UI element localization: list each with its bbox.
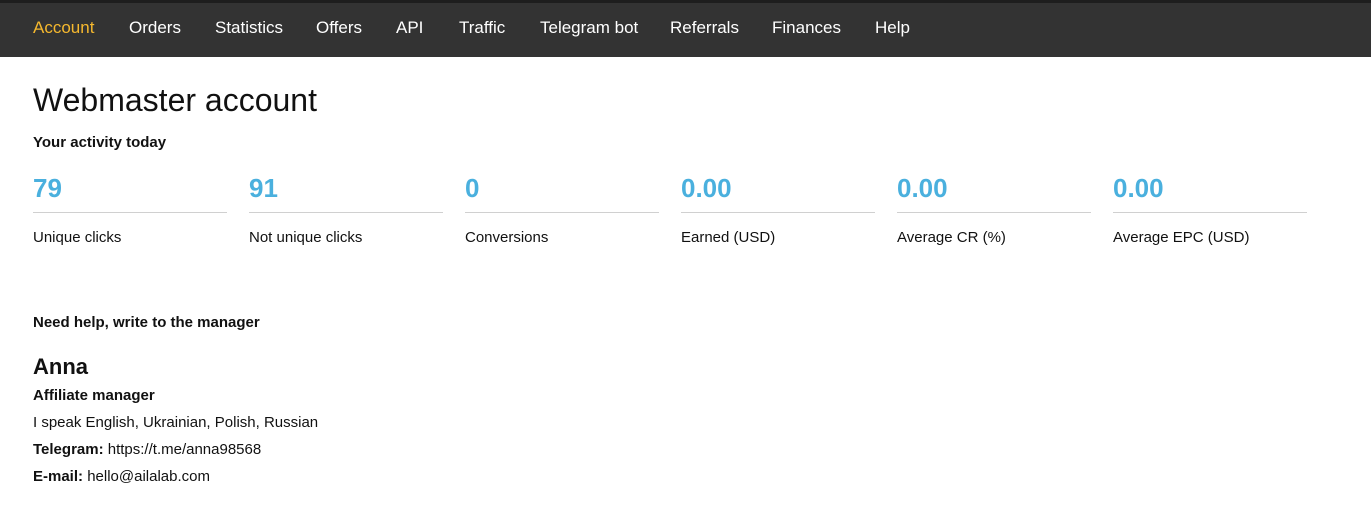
stat-conversions: 0 Conversions <box>465 172 659 246</box>
manager-heading: Need help, write to the manager <box>33 314 260 331</box>
stat-label: Conversions <box>465 229 549 246</box>
stat-average-cr: 0.00 Average CR (%) <box>897 172 1091 246</box>
stat-value: 0.00 <box>681 173 732 203</box>
stat-label: Average CR (%) <box>897 229 1006 246</box>
top-navbar: Account Orders Statistics Offers API Tra… <box>0 0 1371 57</box>
manager-telegram: Telegram: https://t.me/anna98568 <box>33 441 261 458</box>
email-label: E-mail: <box>33 468 84 485</box>
stat-label: Average EPC (USD) <box>1113 229 1250 246</box>
telegram-label: Telegram: <box>33 441 104 458</box>
stat-unique-clicks: 79 Unique clicks <box>33 172 227 246</box>
stat-label: Earned (USD) <box>681 229 776 246</box>
stat-label: Unique clicks <box>33 229 122 246</box>
nav-item-traffic[interactable]: Traffic <box>459 18 505 38</box>
manager-languages: I speak English, Ukrainian, Polish, Russ… <box>33 414 319 431</box>
stat-divider <box>1113 212 1307 213</box>
nav-item-help[interactable]: Help <box>875 18 910 38</box>
manager-email: E-mail: hello@ailalab.com <box>33 468 210 485</box>
nav-item-finances[interactable]: Finances <box>772 18 841 38</box>
stat-earned: 0.00 Earned (USD) <box>681 172 875 246</box>
page-title: Webmaster account <box>33 82 317 118</box>
manager-name: Anna <box>33 354 88 379</box>
stat-value: 0 <box>465 173 480 203</box>
activity-heading: Your activity today <box>33 134 167 151</box>
stat-divider <box>249 212 443 213</box>
stat-not-unique-clicks: 91 Not unique clicks <box>249 172 443 246</box>
stat-value: 79 <box>33 173 62 203</box>
stat-divider <box>897 212 1091 213</box>
nav-item-api[interactable]: API <box>396 18 423 38</box>
nav-item-account[interactable]: Account <box>33 18 94 38</box>
stat-divider <box>681 212 875 213</box>
email-link[interactable]: hello@ailalab.com <box>87 468 210 485</box>
stat-label: Not unique clicks <box>249 229 363 246</box>
nav-item-referrals[interactable]: Referrals <box>670 18 739 38</box>
stat-value: 91 <box>249 173 278 203</box>
nav-item-statistics[interactable]: Statistics <box>215 18 283 38</box>
manager-role: Affiliate manager <box>33 387 155 404</box>
stat-average-epc: 0.00 Average EPC (USD) <box>1113 172 1307 246</box>
telegram-link[interactable]: https://t.me/anna98568 <box>108 441 261 458</box>
stat-value: 0.00 <box>1113 173 1164 203</box>
stat-divider <box>33 212 227 213</box>
nav-item-offers[interactable]: Offers <box>316 18 362 38</box>
nav-item-orders[interactable]: Orders <box>129 18 181 38</box>
stat-value: 0.00 <box>897 173 948 203</box>
stat-divider <box>465 212 659 213</box>
nav-item-telegram-bot[interactable]: Telegram bot <box>540 18 638 38</box>
